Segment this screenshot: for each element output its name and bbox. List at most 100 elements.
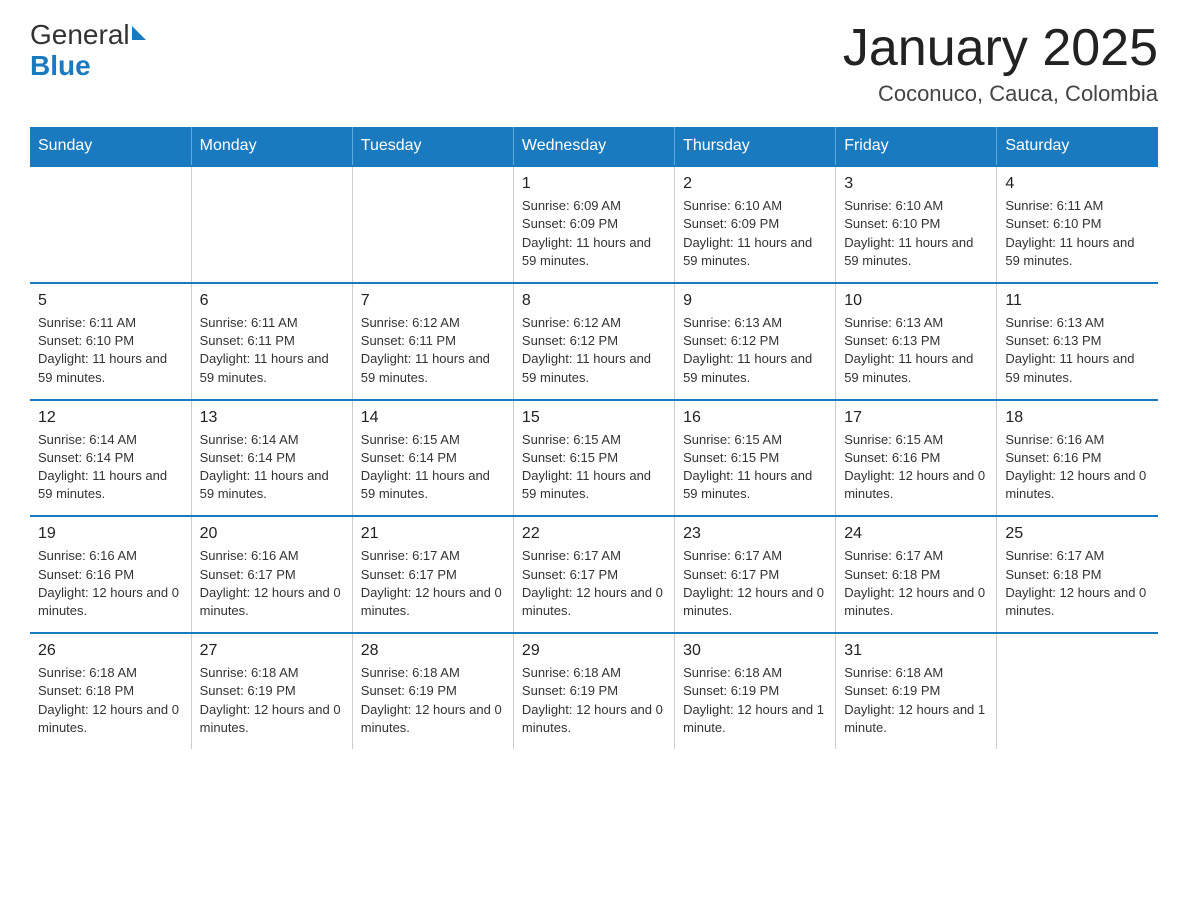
- weekday-header: Wednesday: [513, 127, 674, 166]
- day-number: 31: [844, 642, 988, 660]
- calendar-cell: 6 Sunrise: 6:11 AM Sunset: 6:11 PM Daylig…: [191, 283, 352, 400]
- calendar-cell: 3 Sunrise: 6:10 AM Sunset: 6:10 PM Daylig…: [836, 166, 997, 283]
- day-info: Sunrise: 6:18 AM Sunset: 6:19 PM Dayligh…: [361, 664, 505, 737]
- day-number: 8: [522, 292, 666, 310]
- day-info: Sunrise: 6:15 AM Sunset: 6:14 PM Dayligh…: [361, 431, 505, 504]
- day-info: Sunrise: 6:18 AM Sunset: 6:19 PM Dayligh…: [522, 664, 666, 737]
- calendar-cell: 30 Sunrise: 6:18 AM Sunset: 6:19 PM Dayli…: [675, 633, 836, 749]
- calendar-cell: 2 Sunrise: 6:10 AM Sunset: 6:09 PM Daylig…: [675, 166, 836, 283]
- day-info: Sunrise: 6:13 AM Sunset: 6:13 PM Dayligh…: [844, 314, 988, 387]
- calendar-table: SundayMondayTuesdayWednesdayThursdayFrid…: [30, 127, 1158, 749]
- day-info: Sunrise: 6:15 AM Sunset: 6:15 PM Dayligh…: [683, 431, 827, 504]
- day-number: 1: [522, 175, 666, 193]
- day-info: Sunrise: 6:18 AM Sunset: 6:19 PM Dayligh…: [844, 664, 988, 737]
- calendar-week-row: 26Sunrise: 6:18 AM Sunset: 6:18 PM Dayli…: [30, 633, 1158, 749]
- day-info: Sunrise: 6:15 AM Sunset: 6:16 PM Dayligh…: [844, 431, 988, 504]
- day-info: Sunrise: 6:18 AM Sunset: 6:19 PM Dayligh…: [683, 664, 827, 737]
- title-section: January 2025 Coconuco, Cauca, Colombia: [843, 20, 1158, 107]
- day-info: Sunrise: 6:13 AM Sunset: 6:12 PM Dayligh…: [683, 314, 827, 387]
- day-number: 22: [522, 525, 666, 543]
- calendar-week-row: 5Sunrise: 6:11 AM Sunset: 6:10 PM Daylig…: [30, 283, 1158, 400]
- calendar-cell: 12 Sunrise: 6:14 AM Sunset: 6:14 PM Dayli…: [30, 400, 191, 517]
- day-number: 2: [683, 175, 827, 193]
- day-number: 9: [683, 292, 827, 310]
- day-number: 18: [1005, 409, 1150, 427]
- day-info: Sunrise: 6:17 AM Sunset: 6:18 PM Dayligh…: [844, 547, 988, 620]
- day-number: 21: [361, 525, 505, 543]
- calendar-cell: 24 Sunrise: 6:17 AM Sunset: 6:18 PM Dayli…: [836, 516, 997, 633]
- calendar-cell: [191, 166, 352, 283]
- day-number: 7: [361, 292, 505, 310]
- day-number: 4: [1005, 175, 1150, 193]
- day-info: Sunrise: 6:12 AM Sunset: 6:11 PM Dayligh…: [361, 314, 505, 387]
- day-info: Sunrise: 6:18 AM Sunset: 6:18 PM Dayligh…: [38, 664, 183, 737]
- weekday-header: Thursday: [675, 127, 836, 166]
- day-info: Sunrise: 6:10 AM Sunset: 6:10 PM Dayligh…: [844, 197, 988, 270]
- day-number: 30: [683, 642, 827, 660]
- calendar-cell: 26Sunrise: 6:18 AM Sunset: 6:18 PM Dayli…: [30, 633, 191, 749]
- day-number: 27: [200, 642, 344, 660]
- day-info: Sunrise: 6:16 AM Sunset: 6:16 PM Dayligh…: [38, 547, 183, 620]
- logo-blue-text: Blue: [30, 51, 146, 82]
- calendar-cell: 11 Sunrise: 6:13 AM Sunset: 6:13 PM Dayli…: [997, 283, 1158, 400]
- day-info: Sunrise: 6:17 AM Sunset: 6:18 PM Dayligh…: [1005, 547, 1150, 620]
- day-number: 15: [522, 409, 666, 427]
- calendar-cell: 17Sunrise: 6:15 AM Sunset: 6:16 PM Dayli…: [836, 400, 997, 517]
- calendar-cell: [30, 166, 191, 283]
- weekday-header: Monday: [191, 127, 352, 166]
- calendar-week-row: 19 Sunrise: 6:16 AM Sunset: 6:16 PM Dayli…: [30, 516, 1158, 633]
- day-info: Sunrise: 6:16 AM Sunset: 6:16 PM Dayligh…: [1005, 431, 1150, 504]
- calendar-cell: 23 Sunrise: 6:17 AM Sunset: 6:17 PM Dayli…: [675, 516, 836, 633]
- calendar-cell: 4 Sunrise: 6:11 AM Sunset: 6:10 PM Daylig…: [997, 166, 1158, 283]
- logo-general: General: [30, 20, 130, 51]
- day-info: Sunrise: 6:09 AM Sunset: 6:09 PM Dayligh…: [522, 197, 666, 270]
- day-info: Sunrise: 6:13 AM Sunset: 6:13 PM Dayligh…: [1005, 314, 1150, 387]
- day-info: Sunrise: 6:11 AM Sunset: 6:10 PM Dayligh…: [38, 314, 183, 387]
- day-number: 11: [1005, 292, 1150, 310]
- day-number: 23: [683, 525, 827, 543]
- page-header: General Blue January 2025 Coconuco, Cauc…: [30, 20, 1158, 107]
- day-info: Sunrise: 6:12 AM Sunset: 6:12 PM Dayligh…: [522, 314, 666, 387]
- day-number: 10: [844, 292, 988, 310]
- weekday-header: Sunday: [30, 127, 191, 166]
- day-number: 14: [361, 409, 505, 427]
- day-info: Sunrise: 6:15 AM Sunset: 6:15 PM Dayligh…: [522, 431, 666, 504]
- calendar-cell: 10 Sunrise: 6:13 AM Sunset: 6:13 PM Dayli…: [836, 283, 997, 400]
- day-number: 24: [844, 525, 988, 543]
- day-info: Sunrise: 6:14 AM Sunset: 6:14 PM Dayligh…: [200, 431, 344, 504]
- calendar-cell: 14 Sunrise: 6:15 AM Sunset: 6:14 PM Dayli…: [352, 400, 513, 517]
- calendar-cell: 28 Sunrise: 6:18 AM Sunset: 6:19 PM Dayli…: [352, 633, 513, 749]
- calendar-cell: 8 Sunrise: 6:12 AM Sunset: 6:12 PM Daylig…: [513, 283, 674, 400]
- calendar-cell: 19 Sunrise: 6:16 AM Sunset: 6:16 PM Dayli…: [30, 516, 191, 633]
- page-title: January 2025: [843, 20, 1158, 77]
- day-info: Sunrise: 6:11 AM Sunset: 6:11 PM Dayligh…: [200, 314, 344, 387]
- calendar-cell: 16Sunrise: 6:15 AM Sunset: 6:15 PM Dayli…: [675, 400, 836, 517]
- day-number: 28: [361, 642, 505, 660]
- day-info: Sunrise: 6:10 AM Sunset: 6:09 PM Dayligh…: [683, 197, 827, 270]
- day-info: Sunrise: 6:17 AM Sunset: 6:17 PM Dayligh…: [522, 547, 666, 620]
- day-number: 13: [200, 409, 344, 427]
- day-info: Sunrise: 6:11 AM Sunset: 6:10 PM Dayligh…: [1005, 197, 1150, 270]
- day-info: Sunrise: 6:17 AM Sunset: 6:17 PM Dayligh…: [683, 547, 827, 620]
- calendar-cell: [997, 633, 1158, 749]
- day-info: Sunrise: 6:14 AM Sunset: 6:14 PM Dayligh…: [38, 431, 183, 504]
- weekday-header: Tuesday: [352, 127, 513, 166]
- calendar-cell: 9 Sunrise: 6:13 AM Sunset: 6:12 PM Daylig…: [675, 283, 836, 400]
- day-number: 3: [844, 175, 988, 193]
- page-subtitle: Coconuco, Cauca, Colombia: [843, 81, 1158, 107]
- day-info: Sunrise: 6:16 AM Sunset: 6:17 PM Dayligh…: [200, 547, 344, 620]
- calendar-cell: 1 Sunrise: 6:09 AM Sunset: 6:09 PM Daylig…: [513, 166, 674, 283]
- calendar-week-row: 12 Sunrise: 6:14 AM Sunset: 6:14 PM Dayli…: [30, 400, 1158, 517]
- calendar-cell: 31 Sunrise: 6:18 AM Sunset: 6:19 PM Dayli…: [836, 633, 997, 749]
- calendar-cell: 22 Sunrise: 6:17 AM Sunset: 6:17 PM Dayli…: [513, 516, 674, 633]
- calendar-header-row: SundayMondayTuesdayWednesdayThursdayFrid…: [30, 127, 1158, 166]
- calendar-cell: 13 Sunrise: 6:14 AM Sunset: 6:14 PM Dayli…: [191, 400, 352, 517]
- calendar-cell: 5Sunrise: 6:11 AM Sunset: 6:10 PM Daylig…: [30, 283, 191, 400]
- day-number: 6: [200, 292, 344, 310]
- day-number: 29: [522, 642, 666, 660]
- calendar-cell: 7 Sunrise: 6:12 AM Sunset: 6:11 PM Daylig…: [352, 283, 513, 400]
- day-number: 19: [38, 525, 183, 543]
- calendar-cell: 15 Sunrise: 6:15 AM Sunset: 6:15 PM Dayli…: [513, 400, 674, 517]
- calendar-cell: [352, 166, 513, 283]
- day-number: 12: [38, 409, 183, 427]
